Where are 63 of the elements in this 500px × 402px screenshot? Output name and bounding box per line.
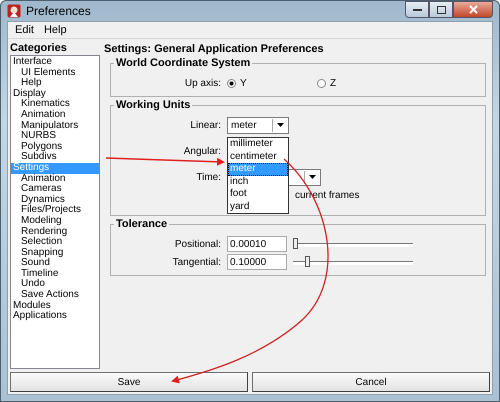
tolerance-field[interactable]: 0.10000 [227, 254, 287, 270]
window-title: Preferences [26, 4, 91, 18]
category-item[interactable]: Selection [11, 237, 99, 248]
category-item[interactable]: Animation [11, 174, 99, 184]
category-item[interactable]: NURBS [11, 131, 99, 142]
dropdown-option[interactable]: yard [228, 200, 288, 213]
section-heading: Settings: General Application Preferences [104, 43, 325, 55]
dropdown-option[interactable]: inch [228, 176, 288, 188]
category-item[interactable]: Manipulators [11, 120, 99, 132]
menu-item[interactable]: Help [40, 24, 71, 36]
category-item[interactable]: Snapping [11, 248, 99, 258]
category-item[interactable]: Applications [11, 311, 99, 322]
group-title: World Coordinate System [114, 57, 252, 69]
slider-thumb[interactable] [305, 256, 310, 267]
category-item[interactable]: Rendering [11, 226, 99, 238]
dropdown-option[interactable]: centimeter [228, 150, 288, 163]
category-item[interactable]: Animation [11, 110, 99, 121]
group-title: Tolerance [114, 218, 170, 230]
dialog-button[interactable]: Cancel [252, 372, 490, 392]
close-button[interactable] [453, 1, 493, 18]
category-item[interactable]: Help [11, 78, 99, 89]
radio-option[interactable]: Z [317, 78, 407, 88]
tolerance-field[interactable]: 0.00010 [227, 236, 287, 252]
category-item[interactable]: Modeling [11, 216, 99, 226]
category-item[interactable]: Sound [11, 258, 99, 269]
tolerance-slider[interactable] [293, 256, 413, 268]
dropdown-arrow-icon [309, 175, 316, 179]
dropdown-option[interactable]: millimeter [228, 138, 288, 150]
category-item[interactable]: Files/Projects [11, 205, 99, 216]
category-item[interactable]: Modules [11, 300, 99, 312]
tolerance-slider[interactable] [293, 238, 413, 250]
category-item[interactable]: UI Elements [11, 68, 99, 78]
tolerance-label: Tangential: [172, 256, 222, 268]
maximize-button[interactable] [429, 1, 453, 18]
app-icon [7, 4, 21, 18]
radio-option[interactable]: Y [227, 78, 317, 88]
category-item[interactable]: Timeline [11, 268, 99, 280]
category-item[interactable]: Kinematics [11, 99, 99, 110]
category-item[interactable]: Save Actions [11, 290, 99, 301]
dropdown-arrow-icon [277, 123, 284, 127]
categories-label: Categories [10, 43, 68, 54]
linear-dropdown[interactable]: meter [227, 116, 289, 134]
menu-item[interactable]: Edit [11, 24, 38, 36]
linear-label: Linear: [189, 120, 222, 130]
angular-label: Angular: [182, 146, 222, 156]
category-item[interactable]: Display [11, 88, 99, 100]
minimize-button[interactable] [405, 1, 429, 18]
category-item[interactable]: Dynamics [11, 194, 99, 206]
category-item[interactable]: Subdivs [11, 152, 99, 163]
category-item[interactable]: Undo [11, 279, 99, 290]
group-title: Working Units [114, 99, 192, 111]
close-icon [468, 5, 478, 14]
time-label: Time: [195, 172, 222, 182]
maximize-icon [436, 6, 446, 14]
category-item[interactable]: Cameras [11, 184, 99, 195]
minimize-icon [412, 8, 422, 11]
tolerance-label: Positional: [174, 238, 222, 250]
slider-thumb[interactable] [293, 238, 298, 249]
category-item[interactable]: Polygons [11, 142, 99, 152]
up-axis-label: Up axis: [184, 78, 222, 88]
dropdown-option[interactable]: foot [228, 188, 288, 200]
category-item[interactable]: Interface [11, 57, 99, 68]
dialog-button[interactable]: Save [10, 372, 248, 392]
